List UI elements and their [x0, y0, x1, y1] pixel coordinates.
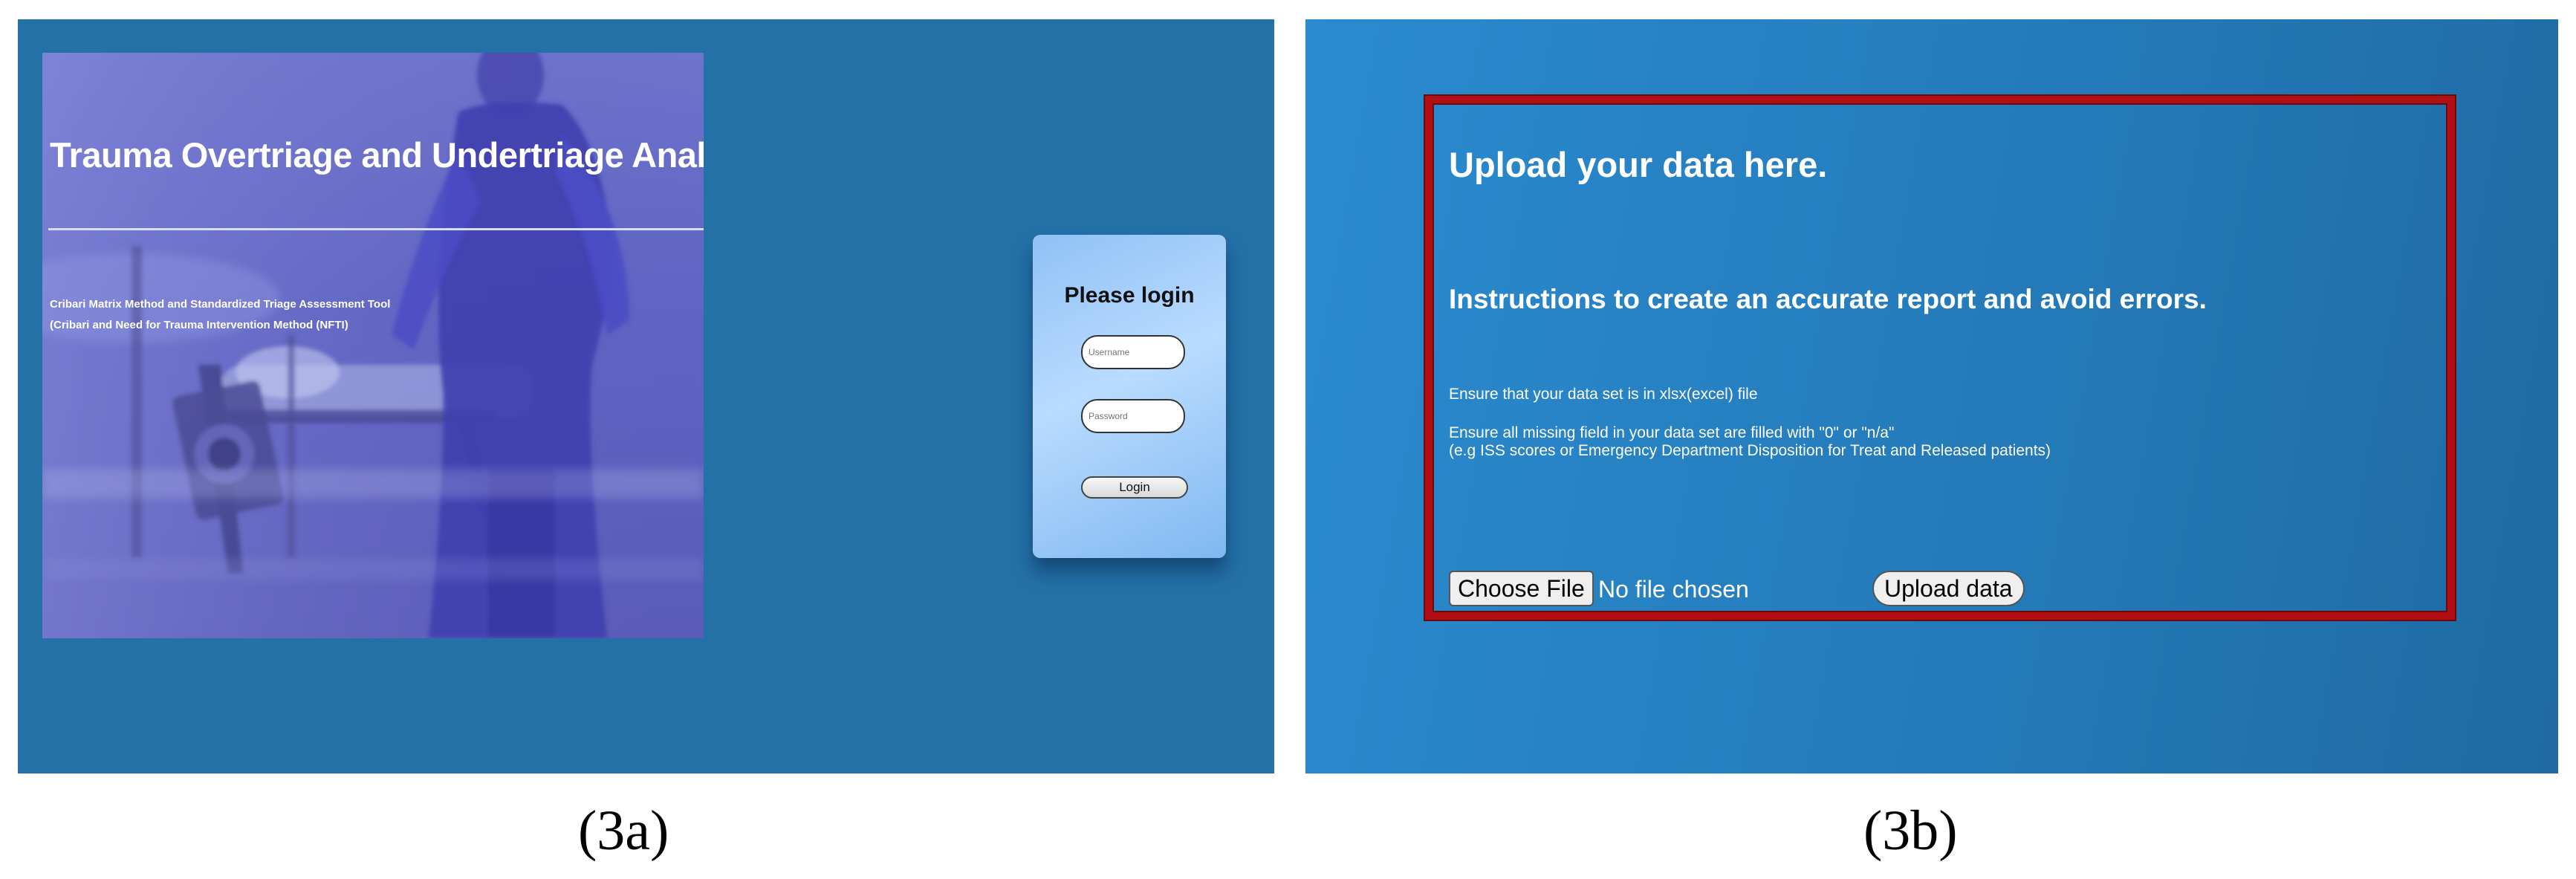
figure-caption-3a: (3a) [578, 799, 669, 862]
password-input[interactable] [1081, 399, 1185, 433]
username-input[interactable] [1081, 335, 1185, 369]
login-heading: Please login [1064, 283, 1195, 308]
upload-data-button[interactable]: Upload data [1872, 571, 2025, 606]
upload-form: Upload your data here. Instructions to c… [1425, 96, 2455, 620]
title-divider [48, 228, 704, 230]
login-button[interactable]: Login [1081, 476, 1188, 499]
upload-screen: Upload your data here. Instructions to c… [1305, 19, 2558, 773]
hero-banner: Trauma Overtriage and Undertriage Analys… [42, 53, 704, 638]
instruction-example: (e.g ISS scores or Emergency Department … [1449, 442, 2051, 459]
file-status-text: No file chosen [1598, 576, 1749, 603]
method-subtitle-secondary: (Cribari and Need for Trauma Interventio… [50, 319, 348, 331]
login-form: Please login Login [1033, 235, 1226, 558]
method-subtitle: Cribari Matrix Method and Standardized T… [50, 298, 391, 311]
upload-heading: Upload your data here. [1449, 145, 1828, 184]
instructions-heading: Instructions to create an accurate repor… [1449, 284, 2207, 314]
instruction-missing-fields: Ensure all missing field in your data se… [1449, 424, 1895, 441]
login-screen: Trauma Overtriage and Undertriage Analys… [18, 19, 1274, 773]
figure-caption-3b: (3b) [1863, 799, 1958, 862]
choose-file-button[interactable]: Choose File [1449, 571, 1594, 606]
app-title: Trauma Overtriage and Undertriage Analys… [50, 135, 704, 175]
instruction-file-format: Ensure that your data set is in xlsx(exc… [1449, 386, 1758, 403]
